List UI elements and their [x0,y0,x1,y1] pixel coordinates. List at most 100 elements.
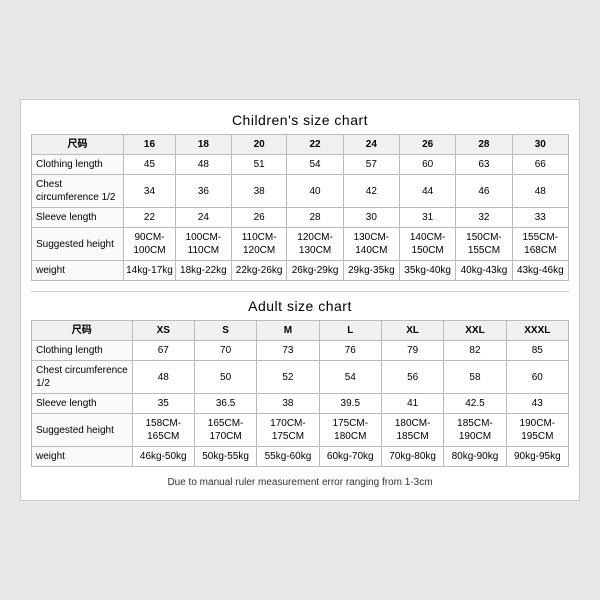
children-table: 尺码1618202224262830Clothing length4548515… [31,134,569,281]
cell-0-4: 57 [343,155,399,175]
row-label-0: Clothing length [32,155,124,175]
cell-4-4: 29kg-35kg [343,261,399,281]
cell-3-3: 175CM-180CM [319,414,381,447]
chart-container: Children's size chart 尺码1618202224262830… [20,99,580,501]
cell-4-6: 40kg-43kg [456,261,512,281]
col-header-5: 24 [343,135,399,155]
cell-3-5: 185CM-190CM [444,414,506,447]
col-header-6: XXL [444,321,506,341]
cell-2-5: 42.5 [444,394,506,414]
cell-1-1: 50 [194,361,256,394]
cell-0-3: 76 [319,341,381,361]
table-row: Sleeve length3536.53839.54142.543 [32,394,569,414]
cell-4-6: 90kg-95kg [506,447,568,467]
cell-3-6: 150CM-155CM [456,228,512,261]
col-header-3: M [257,321,319,341]
adult-title: Adult size chart [31,298,569,314]
cell-1-5: 58 [444,361,506,394]
cell-0-2: 51 [231,155,287,175]
col-header-0: 尺码 [32,135,124,155]
cell-1-6: 46 [456,175,512,208]
row-label-4: weight [32,261,124,281]
cell-3-2: 110CM-120CM [231,228,287,261]
cell-4-0: 46kg-50kg [132,447,194,467]
cell-4-5: 35kg-40kg [400,261,456,281]
cell-1-5: 44 [400,175,456,208]
cell-3-2: 170CM-175CM [257,414,319,447]
cell-1-0: 48 [132,361,194,394]
cell-0-2: 73 [257,341,319,361]
cell-4-3: 60kg-70kg [319,447,381,467]
row-label-3: Suggested height [32,228,124,261]
cell-4-7: 43kg-46kg [512,261,568,281]
col-header-5: XL [381,321,443,341]
row-label-2: Sleeve length [32,394,133,414]
table-row: Suggested height90CM-100CM100CM-110CM110… [32,228,569,261]
cell-2-1: 24 [175,208,231,228]
cell-4-2: 55kg-60kg [257,447,319,467]
cell-1-0: 34 [124,175,176,208]
col-header-4: 22 [287,135,343,155]
col-header-6: 26 [400,135,456,155]
col-header-3: 20 [231,135,287,155]
col-header-2: S [194,321,256,341]
col-header-2: 18 [175,135,231,155]
adult-table: 尺码XSSMLXLXXLXXXLClothing length677073767… [31,320,569,467]
row-label-1: Chest circumference 1/2 [32,175,124,208]
cell-0-0: 67 [132,341,194,361]
cell-2-1: 36.5 [194,394,256,414]
cell-0-7: 66 [512,155,568,175]
cell-1-4: 42 [343,175,399,208]
cell-4-1: 50kg-55kg [194,447,256,467]
cell-1-3: 40 [287,175,343,208]
cell-2-7: 33 [512,208,568,228]
cell-1-4: 56 [381,361,443,394]
col-header-4: L [319,321,381,341]
row-label-1: Chest circumference 1/2 [32,361,133,394]
cell-4-3: 26kg-29kg [287,261,343,281]
cell-2-4: 30 [343,208,399,228]
cell-2-5: 31 [400,208,456,228]
table-row: Clothing length67707376798285 [32,341,569,361]
table-row: Chest circumference 1/23436384042444648 [32,175,569,208]
cell-4-0: 14kg-17kg [124,261,176,281]
cell-0-3: 54 [287,155,343,175]
cell-0-5: 60 [400,155,456,175]
cell-2-0: 22 [124,208,176,228]
row-label-3: Suggested height [32,414,133,447]
table-row: Suggested height158CM-165CM165CM-170CM17… [32,414,569,447]
cell-0-1: 70 [194,341,256,361]
cell-0-6: 85 [506,341,568,361]
table-row: Clothing length4548515457606366 [32,155,569,175]
table-row: Sleeve length2224262830313233 [32,208,569,228]
cell-0-4: 79 [381,341,443,361]
cell-1-2: 38 [231,175,287,208]
cell-2-3: 39.5 [319,394,381,414]
row-label-4: weight [32,447,133,467]
cell-2-0: 35 [132,394,194,414]
row-label-2: Sleeve length [32,208,124,228]
cell-2-4: 41 [381,394,443,414]
cell-1-2: 52 [257,361,319,394]
cell-2-6: 32 [456,208,512,228]
cell-4-2: 22kg-26kg [231,261,287,281]
cell-3-6: 190CM-195CM [506,414,568,447]
cell-3-0: 90CM-100CM [124,228,176,261]
table-row: weight46kg-50kg50kg-55kg55kg-60kg60kg-70… [32,447,569,467]
cell-2-6: 43 [506,394,568,414]
col-header-1: XS [132,321,194,341]
note: Due to manual ruler measurement error ra… [31,477,569,488]
cell-3-1: 100CM-110CM [175,228,231,261]
cell-0-5: 82 [444,341,506,361]
cell-2-2: 26 [231,208,287,228]
cell-4-4: 70kg-80kg [381,447,443,467]
cell-0-0: 45 [124,155,176,175]
cell-3-1: 165CM-170CM [194,414,256,447]
cell-3-0: 158CM-165CM [132,414,194,447]
col-header-1: 16 [124,135,176,155]
cell-3-5: 140CM-150CM [400,228,456,261]
cell-2-2: 38 [257,394,319,414]
cell-0-6: 63 [456,155,512,175]
cell-3-7: 155CM-168CM [512,228,568,261]
cell-4-5: 80kg-90kg [444,447,506,467]
